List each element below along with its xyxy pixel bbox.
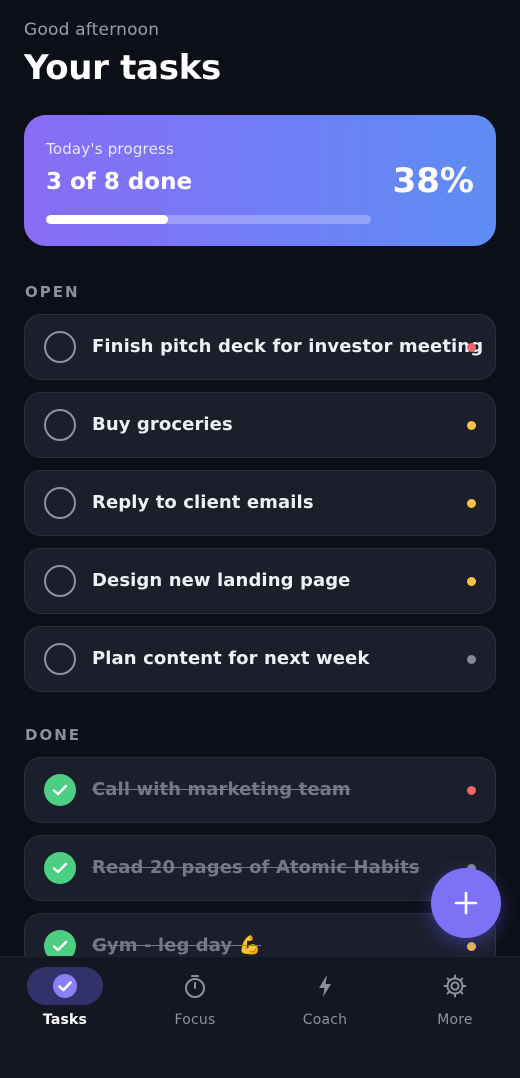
progress-label: Today's progress — [46, 140, 175, 158]
task-checkbox[interactable] — [44, 643, 76, 675]
task-title: Read 20 pages of Atomic Habits — [92, 857, 420, 878]
nav-item-tasks[interactable]: Tasks — [0, 957, 130, 1078]
check-circle-icon — [53, 974, 77, 998]
tasks-screen: Good afternoon Your tasks Today's progre… — [0, 0, 520, 1078]
task-title: Plan content for next week — [92, 648, 370, 669]
section-label-open: OPEN — [25, 283, 80, 301]
plus-icon — [454, 891, 478, 915]
checkmark-icon — [52, 784, 68, 796]
progress-bar-fill — [46, 215, 168, 224]
task-title: Reply to client emails — [92, 492, 314, 513]
priority-dot — [467, 343, 476, 352]
priority-dot — [467, 942, 476, 951]
checkmark-icon — [52, 862, 68, 874]
task-title: Buy groceries — [92, 414, 233, 435]
task-checkbox-checked[interactable] — [44, 852, 76, 884]
greeting-text: Good afternoon — [24, 20, 160, 40]
task-title: Gym - leg day 💪 — [92, 935, 262, 956]
task-checkbox[interactable] — [44, 409, 76, 441]
task-title: Design new landing page — [92, 570, 351, 591]
task-title: Finish pitch deck for investor meeting — [92, 336, 484, 357]
priority-dot — [467, 499, 476, 508]
task-title: Call with marketing team — [92, 779, 351, 800]
task-item-done[interactable]: Call with marketing team — [24, 757, 496, 823]
section-label-done: DONE — [25, 726, 82, 744]
progress-card: Today's progress 3 of 8 done 38% — [24, 115, 496, 246]
task-checkbox-checked[interactable] — [44, 774, 76, 806]
task-item[interactable]: Finish pitch deck for investor meeting — [24, 314, 496, 380]
task-item[interactable]: Design new landing page — [24, 548, 496, 614]
priority-dot — [467, 421, 476, 430]
nav-label: Coach — [302, 1012, 348, 1028]
task-item[interactable]: Buy groceries — [24, 392, 496, 458]
task-checkbox[interactable] — [44, 565, 76, 597]
priority-dot — [467, 577, 476, 586]
checkmark-icon — [52, 940, 68, 952]
progress-count: 3 of 8 done — [46, 169, 193, 195]
nav-item-coach[interactable]: Coach — [260, 957, 390, 1078]
timer-icon — [185, 975, 205, 998]
page-title: Your tasks — [24, 48, 221, 88]
task-checkbox[interactable] — [44, 487, 76, 519]
nav-item-more[interactable]: More — [390, 957, 520, 1078]
nav-item-focus[interactable]: Focus — [130, 957, 260, 1078]
task-item[interactable]: Reply to client emails — [24, 470, 496, 536]
nav-label: Tasks — [42, 1012, 88, 1028]
task-checkbox[interactable] — [44, 331, 76, 363]
gear-icon — [443, 974, 467, 998]
nav-label: More — [437, 1012, 473, 1028]
task-item[interactable]: Plan content for next week — [24, 626, 496, 692]
progress-bar — [46, 215, 371, 224]
priority-dot — [467, 655, 476, 664]
add-task-button[interactable] — [431, 868, 501, 938]
priority-dot — [467, 786, 476, 795]
bottom-nav: Tasks Focus Coach More — [0, 956, 520, 1078]
bolt-icon — [319, 975, 331, 997]
progress-percent: 38% — [392, 161, 474, 201]
nav-label: Focus — [174, 1012, 216, 1028]
task-item-done[interactable]: Read 20 pages of Atomic Habits — [24, 835, 496, 901]
